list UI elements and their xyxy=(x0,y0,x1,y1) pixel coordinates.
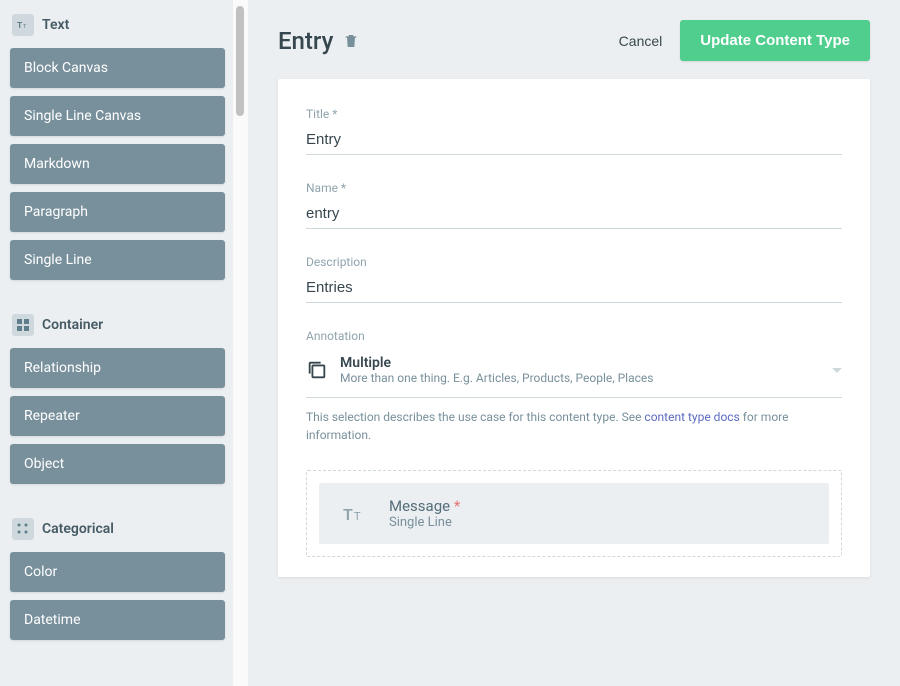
sidebar-item-color[interactable]: Color xyxy=(10,552,225,592)
title-label: Title * xyxy=(306,107,842,121)
description-label: Description xyxy=(306,255,842,269)
content-type-docs-link[interactable]: content type docs xyxy=(644,410,739,424)
svg-text:T: T xyxy=(17,20,22,30)
sidebar-scrollbar-thumb[interactable] xyxy=(236,6,244,116)
description-row: Description xyxy=(306,255,842,303)
fields-dropzone[interactable]: TT Message * Single Line xyxy=(306,470,842,557)
sidebar-group-categorical: Categorical Color Datetime xyxy=(10,514,225,640)
help-prefix: This selection describes the use case fo… xyxy=(306,410,644,424)
categorical-icon xyxy=(12,518,34,540)
sidebar-item-single-line-canvas[interactable]: Single Line Canvas xyxy=(10,96,225,136)
sidebar-group-container: Container Relationship Repeater Object xyxy=(10,310,225,484)
name-label: Name * xyxy=(306,181,842,195)
annotation-title: Multiple xyxy=(340,355,820,371)
title-input[interactable] xyxy=(306,127,842,155)
svg-text:T: T xyxy=(343,505,353,524)
sidebar-scrollbar[interactable] xyxy=(233,0,248,686)
field-type: Single Line xyxy=(389,515,811,530)
sidebar-item-relationship[interactable]: Relationship xyxy=(10,348,225,388)
main: Entry Cancel Update Content Type Title *… xyxy=(248,0,900,686)
group-title: Text xyxy=(42,17,69,33)
group-header-categorical: Categorical xyxy=(10,514,225,544)
annotation-subtitle: More than one thing. E.g. Articles, Prod… xyxy=(340,371,820,385)
annotation-row: Annotation Multiple More than one thing.… xyxy=(306,329,842,444)
sidebar-item-datetime[interactable]: Datetime xyxy=(10,600,225,640)
chevron-down-icon xyxy=(832,368,842,373)
description-input[interactable] xyxy=(306,275,842,303)
text-icon: TT xyxy=(337,498,369,530)
sidebar-item-single-line[interactable]: Single Line xyxy=(10,240,225,280)
svg-text:T: T xyxy=(23,24,27,30)
multiple-icon xyxy=(306,359,328,381)
svg-text:T: T xyxy=(354,510,361,523)
sidebar-item-block-canvas[interactable]: Block Canvas xyxy=(10,48,225,88)
sidebar-item-markdown[interactable]: Markdown xyxy=(10,144,225,184)
required-indicator: * xyxy=(454,497,460,515)
trash-icon[interactable] xyxy=(343,32,359,50)
name-input[interactable] xyxy=(306,201,842,229)
sidebar: TT Text Block Canvas Single Line Canvas … xyxy=(0,0,248,686)
cancel-button[interactable]: Cancel xyxy=(601,23,681,59)
field-card-message[interactable]: TT Message * Single Line xyxy=(319,483,829,544)
sidebar-item-object[interactable]: Object xyxy=(10,444,225,484)
title-row: Title * xyxy=(306,107,842,155)
group-header-container: Container xyxy=(10,310,225,340)
sidebar-group-text: TT Text Block Canvas Single Line Canvas … xyxy=(10,10,225,280)
group-title: Container xyxy=(42,317,103,333)
annotation-help-text: This selection describes the use case fo… xyxy=(306,408,842,444)
content-type-form: Title * Name * Description Annotation Mu… xyxy=(278,79,870,577)
sidebar-item-paragraph[interactable]: Paragraph xyxy=(10,192,225,232)
text-icon: TT xyxy=(12,14,34,36)
page-title: Entry xyxy=(278,27,333,55)
group-header-text: TT Text xyxy=(10,10,225,40)
topbar: Entry Cancel Update Content Type xyxy=(278,20,870,61)
annotation-label: Annotation xyxy=(306,329,842,343)
name-row: Name * xyxy=(306,181,842,229)
group-title: Categorical xyxy=(42,521,114,537)
sidebar-item-repeater[interactable]: Repeater xyxy=(10,396,225,436)
annotation-select[interactable]: Multiple More than one thing. E.g. Artic… xyxy=(306,349,842,398)
update-content-type-button[interactable]: Update Content Type xyxy=(680,20,870,61)
container-icon xyxy=(12,314,34,336)
field-title: Message * xyxy=(389,497,811,515)
